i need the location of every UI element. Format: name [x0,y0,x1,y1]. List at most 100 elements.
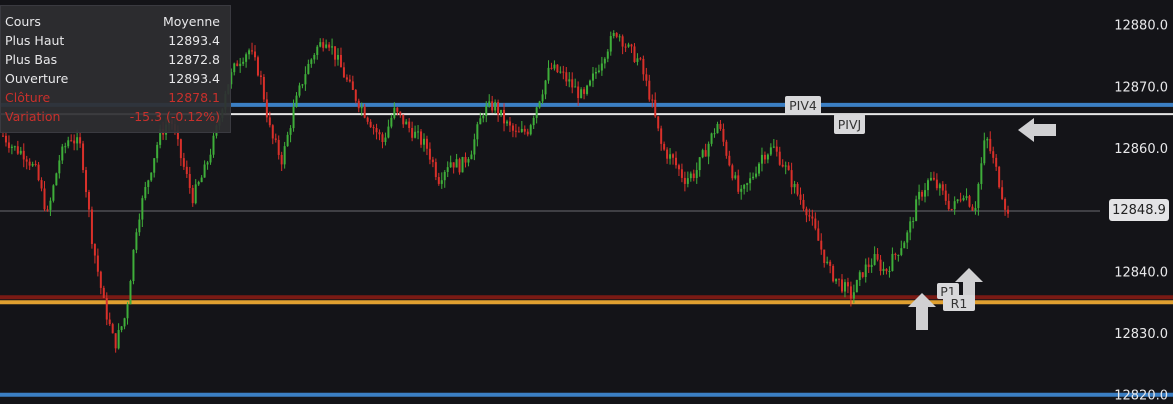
candle [497,99,500,122]
candle [434,158,437,181]
candle [787,162,790,171]
candle [766,153,769,164]
candle [120,325,123,333]
y-tick-label: 12830.0 [1114,327,1168,342]
candle [233,62,236,76]
candle [814,212,817,231]
candle [805,206,808,223]
candle [876,248,879,262]
candle [301,83,304,89]
candle [891,247,894,272]
candle [835,278,838,285]
candle [580,87,583,99]
candle [556,64,559,74]
candle [52,184,55,203]
candle [820,233,823,255]
candle [313,53,316,64]
candle [731,163,734,181]
candle [752,172,755,181]
candle [4,132,7,147]
candle [686,171,689,188]
candle [387,119,390,139]
candle [879,255,882,276]
candle [826,256,829,265]
info-row-low: Plus Bas 12872.8 [5,50,220,69]
candle [574,78,577,88]
pivj-tag: PIVJ [834,114,865,134]
info-label: Clôture [5,90,51,105]
candle [319,38,322,48]
candle [10,144,13,155]
info-row-change: Variation -15.3 (-0.12%) [5,107,220,126]
candle [123,317,126,330]
candle [286,131,289,147]
arrow-left-icon [1018,118,1056,142]
candle [609,31,612,56]
candle [87,189,90,218]
candle [375,123,378,140]
candle [147,179,150,195]
candle [707,141,710,165]
candle [19,146,22,156]
candle [476,121,479,147]
candle [704,143,707,157]
candle [663,141,666,151]
candle [458,157,461,175]
candle [989,131,992,154]
candle [351,75,354,91]
candle [986,137,989,149]
candle [256,55,259,77]
candle [855,279,858,293]
candle [775,139,778,157]
candle [209,148,212,165]
candle [998,165,1001,189]
candle [861,272,864,279]
candle [633,43,636,63]
candle [298,82,301,98]
candle [864,258,867,283]
candle [500,109,503,118]
candle [660,125,663,151]
info-row-close: Clôture 12878.1 [5,88,220,107]
candle [337,48,340,66]
candle [689,171,692,182]
candle [734,171,737,180]
candle [384,132,387,146]
candle [947,193,950,211]
candle [867,257,870,273]
candle [369,119,372,128]
candle [289,125,292,143]
candle [461,156,464,173]
candle [342,62,345,78]
candle [334,46,337,67]
info-label: Plus Haut [5,33,65,48]
candle [657,116,660,132]
candle [938,182,941,196]
candle [932,171,935,181]
candle [758,162,760,177]
candle [802,193,805,212]
candle [328,42,331,52]
candle [858,270,861,287]
candle [953,196,956,215]
candle [129,279,132,305]
candle [307,59,310,75]
candle [325,39,328,49]
candle [677,163,680,177]
candle [455,153,458,168]
candle [138,213,141,236]
candle [153,157,156,178]
candle [968,194,971,208]
candle [425,135,428,156]
candle [304,66,307,91]
candle [897,254,900,262]
candle [929,172,932,182]
candle [108,312,111,326]
candle [194,179,197,205]
candle [710,132,713,147]
info-label: Variation [5,109,61,124]
candle [591,66,594,88]
candle [248,48,251,60]
candle [7,135,10,153]
candle [589,79,592,87]
